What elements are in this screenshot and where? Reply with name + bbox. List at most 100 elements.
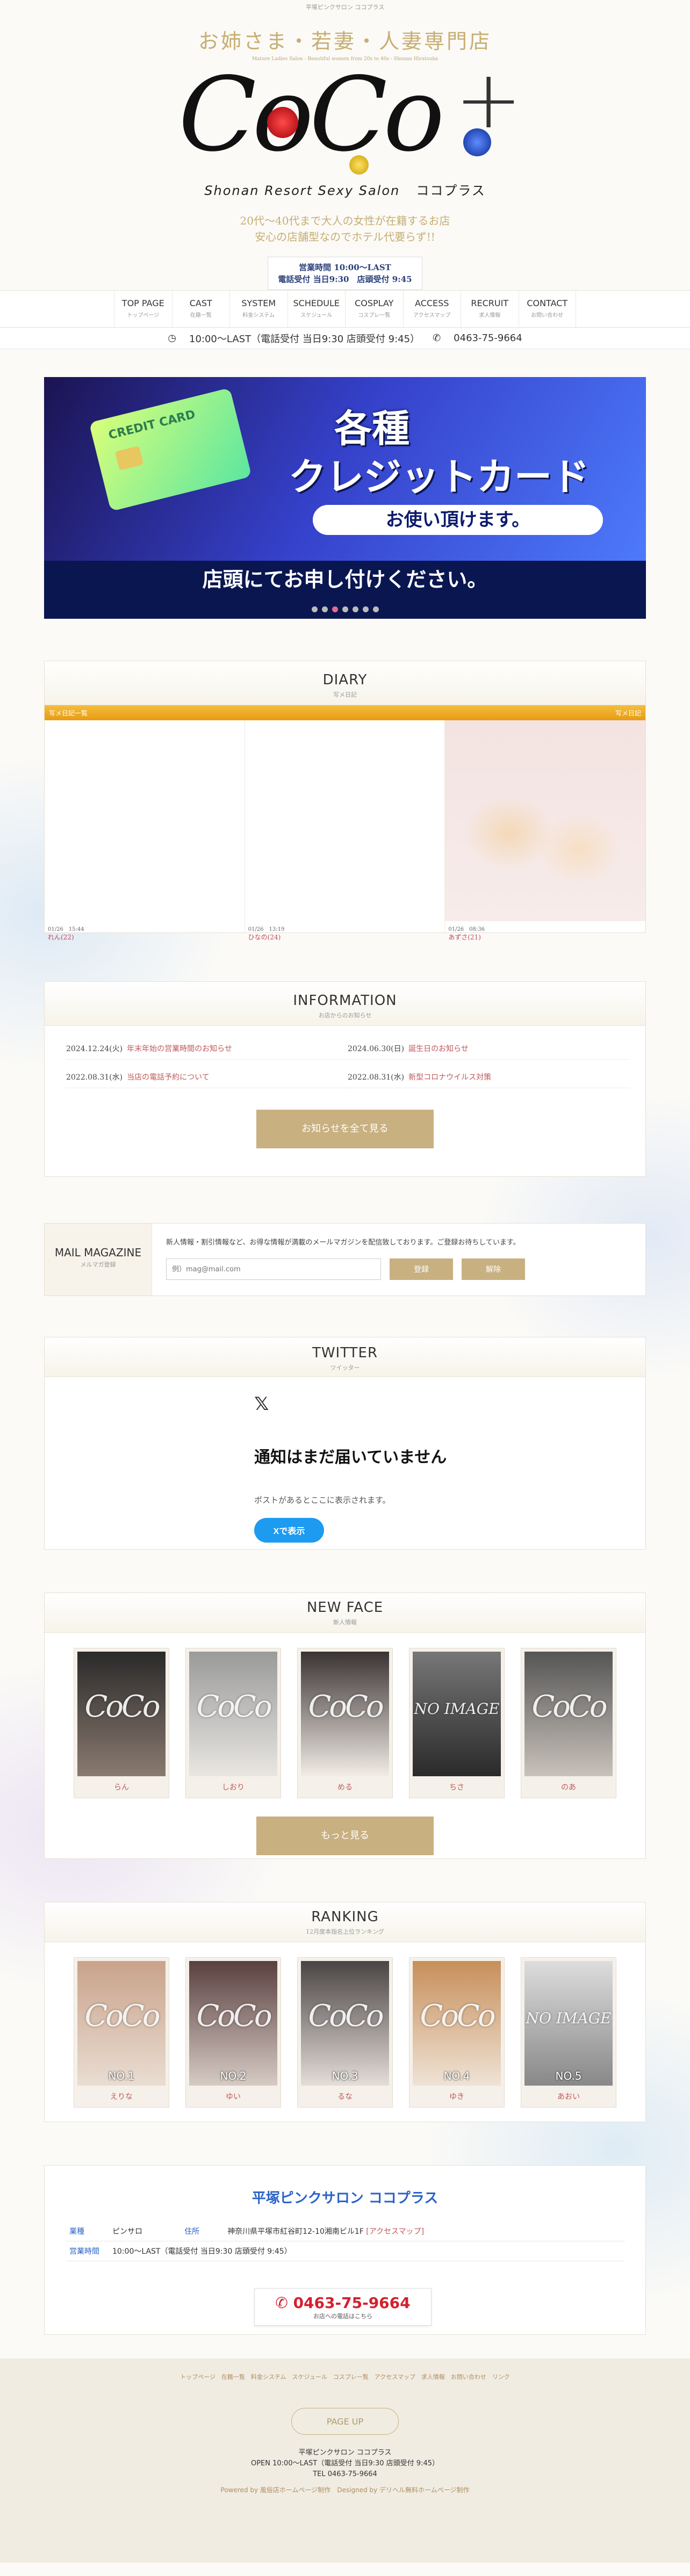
clock-icon: ◷ — [168, 332, 177, 344]
info-link[interactable]: 新型コロナウイルス対策 — [408, 1073, 491, 1082]
info-subtitle: お店からのお知らせ — [318, 1012, 372, 1019]
newface-section: NEW FACE 新人情報 CoCo らん CoCo しおり CoCo める NO IM… — [44, 1593, 646, 1859]
twitter-section: TWITTER ツイッター 𝕏 通知はまだ届いていません ポストがあるとここに表示… — [44, 1337, 646, 1550]
shop-info-table: 業種 ピンサロ 住所 神奈川県平塚市紅谷町12-10湘南ビル1F [アクセスマップ] … — [66, 2222, 625, 2261]
mail-description: 新人情報・割引情報など、お得な情報が満載のメールマガジンを配信致しております。ご… — [166, 1239, 520, 1247]
nav-recruit[interactable]: RECRUIT 求人情報 — [461, 291, 519, 327]
twitter-empty-heading: 通知はまだ届いていません — [254, 1448, 447, 1467]
info-link[interactable]: 当店の電話予約について — [127, 1073, 210, 1082]
slider-dot[interactable] — [362, 606, 369, 612]
cast-card[interactable]: NO IMAGE ちさ — [409, 1648, 505, 1798]
slider-dots — [44, 604, 646, 614]
logo-plus: + — [455, 53, 522, 147]
view-on-x-button[interactable]: Xで表示 — [254, 1518, 324, 1543]
cast-card[interactable]: CoCo める — [297, 1648, 393, 1798]
slider-dot[interactable] — [321, 606, 328, 612]
ranking-card[interactable]: CoCo NO.3 るな — [297, 1957, 393, 2108]
twitter-title: TWITTER — [312, 1345, 378, 1361]
ranking-card[interactable]: CoCo NO.2 ゆい — [185, 1957, 281, 2108]
slider-dot[interactable] — [342, 606, 348, 612]
info-item[interactable]: 2024.06.30(日) 誕生日のお知らせ — [348, 1043, 629, 1060]
diary-title: DIARY — [322, 672, 368, 688]
nav-top[interactable]: TOP PAGE トップページ — [114, 291, 172, 327]
diary-item[interactable]: 01/26 08:36 あずさ(21) — [445, 720, 646, 941]
information-section: INFORMATION お店からのお知らせ 2024.12.24(火) 年末年始の営… — [44, 981, 646, 1177]
ranking-card[interactable]: CoCo NO.1 えりな — [74, 1957, 169, 2108]
mail-email-input[interactable] — [166, 1258, 381, 1280]
logo-kana: ココプラス — [416, 183, 486, 198]
info-link[interactable]: 年末年始の営業時間のお知らせ — [127, 1045, 232, 1053]
header-catch2: 20代～40代まで大人の女性が在籍するお店 安心の店舗型なのでホテル代要らず!! — [240, 214, 450, 243]
red-rose-icon — [267, 107, 298, 138]
ranking-card[interactable]: NO IMAGE NO.5 あおい — [521, 1957, 616, 2108]
ranking-subtitle: 12月度本指名上位ランキング — [306, 1928, 384, 1935]
shop-title: 平塚ピンクサロン ココプラス — [251, 2190, 439, 2206]
info-link[interactable]: 誕生日のお知らせ — [408, 1045, 469, 1053]
blue-rose-icon — [463, 128, 491, 156]
page-up-button[interactable]: PAGE UP — [291, 2408, 399, 2435]
diary-section: DIARY 写メ日記 写メ日記一覧 写メ日記 01/26 15:44 れん(22) 0… — [44, 661, 646, 941]
mail-register-button[interactable]: 登録 — [390, 1258, 453, 1280]
newface-title: NEW FACE — [306, 1600, 384, 1616]
twitter-embed: 𝕏 通知はまだ届いていません ポストがあるとここに表示されます。 Xで表示 — [45, 1377, 645, 1549]
yellow-rose-icon — [349, 155, 369, 175]
diary-subtitle: 写メ日記 — [333, 691, 357, 698]
global-nav: TOP PAGE トップページ CAST 在籍一覧 SYSTEM 料金システム SCH… — [0, 290, 690, 328]
cast-card[interactable]: CoCo らん — [74, 1648, 169, 1798]
ranking-section: RANKING 12月度本指名上位ランキング CoCo NO.1 えりな CoCo NO… — [44, 1902, 646, 2122]
twitter-empty-text: ポストがあるとここに表示されます。 — [254, 1495, 391, 1505]
info-all-button[interactable]: お知らせを全て見る — [256, 1110, 434, 1148]
main-banner[interactable]: CREDIT CARD 各種 クレジットカード お使い頂けます。 店頭にてお申し… — [44, 377, 646, 619]
header-hours: 営業時間 10:00～LAST 電話受付 当日9:30 店頭受付 9:45 — [268, 257, 422, 290]
slider-dot[interactable] — [311, 606, 318, 612]
newface-more-button[interactable]: もっと見る — [256, 1817, 434, 1855]
slider-dot-active[interactable] — [332, 606, 338, 612]
cast-card[interactable]: CoCo のあ — [521, 1648, 616, 1798]
credit-card-graphic: CREDIT CARD — [89, 387, 252, 512]
info-phone[interactable]: 0463-75-9664 — [454, 332, 522, 344]
nav-cast[interactable]: CAST 在籍一覧 — [171, 291, 230, 327]
footer-links[interactable]: トップページ 在籍一覧 料金システム スケジュール コスプレ一覧 アクセスマップ… — [0, 2358, 690, 2381]
call-button[interactable]: ✆ 0463-75-9664 お店への電話はこちら — [254, 2288, 432, 2326]
logo-text: CoCo — [178, 55, 445, 174]
footer-open: OPEN 10:00～LAST（電話受付 当日9:30 店頭受付 9:45） — [250, 2459, 440, 2468]
diary-photo — [445, 720, 646, 921]
info-item[interactable]: 2022.08.31(水) 当店の電話予約について — [66, 1072, 348, 1088]
footer-shop-name: 平塚ピンクサロン ココプラス — [298, 2449, 392, 2457]
slider-dot[interactable] — [372, 606, 379, 612]
info-bar: ◷ 10:00～LAST（電話受付 当日9:30 店頭受付 9:45） ✆ 0463… — [0, 328, 690, 349]
diary-item[interactable]: 01/26 13:19 ひなの(24) — [245, 720, 445, 941]
site-footer: トップページ 在籍一覧 料金システム スケジュール コスプレ一覧 アクセスマップ… — [0, 2358, 690, 2563]
header-tagline: 平塚ピンクサロン ココプラス — [305, 4, 385, 11]
diary-item[interactable]: 01/26 15:44 れん(22) — [45, 720, 245, 941]
info-item[interactable]: 2022.08.31(水) 新型コロナウイルス対策 — [348, 1072, 629, 1088]
info-hours: 10:00～LAST（電話受付 当日9:30 店頭受付 9:45） — [189, 333, 420, 345]
access-map-link[interactable]: [アクセスマップ] — [366, 2227, 424, 2236]
slider-dot[interactable] — [352, 606, 358, 612]
site-logo[interactable]: CoCo + — [173, 53, 522, 177]
cast-card[interactable]: CoCo しおり — [185, 1648, 281, 1798]
ranking-card[interactable]: CoCo NO.4 ゆき — [409, 1957, 505, 2108]
banner-pill: お使い頂けます。 — [313, 505, 603, 535]
info-item[interactable]: 2024.12.24(火) 年末年始の営業時間のお知らせ — [66, 1043, 348, 1060]
diary-list-link[interactable]: 写メ日記一覧 — [49, 708, 88, 718]
nav-schedule[interactable]: SCHEDULE スケジュール — [287, 291, 346, 327]
diary-more-link[interactable]: 写メ日記 — [615, 708, 641, 718]
nav-cosplay[interactable]: COSPLAY コスプレ一覧 — [345, 291, 403, 327]
nav-system[interactable]: SYSTEM 料金システム — [229, 291, 288, 327]
banner-heading1: 各種 — [334, 407, 409, 451]
diary-bar: 写メ日記一覧 写メ日記 — [45, 705, 645, 720]
twitter-subtitle: ツイッター — [330, 1364, 360, 1371]
newface-subtitle: 新人情報 — [333, 1619, 357, 1626]
shop-info-section: 平塚ピンクサロン ココプラス 業種 ピンサロ 住所 神奈川県平塚市紅谷町12-10湘南… — [44, 2165, 646, 2335]
site-header: お姉さま・若妻・人妻専門店 Mature Ladies Salon - Beau… — [0, 15, 690, 290]
mail-title: MAIL MAGAZINE — [54, 1246, 142, 1259]
mail-cancel-button[interactable]: 解除 — [462, 1258, 525, 1280]
nav-access[interactable]: ACCESS アクセスマップ — [402, 291, 461, 327]
ranking-title: RANKING — [311, 1909, 379, 1925]
footer-powered: Powered by 風俗店ホームページ制作 Designed by デリヘル無… — [220, 2486, 470, 2494]
phone-icon: ✆ — [275, 2294, 293, 2312]
nav-contact[interactable]: CONTACT お問い合わせ — [518, 291, 576, 327]
banner-heading2: クレジットカード — [289, 455, 590, 499]
logo-subtitle: Shonan Resort Sexy Salon ココプラス — [204, 183, 486, 198]
